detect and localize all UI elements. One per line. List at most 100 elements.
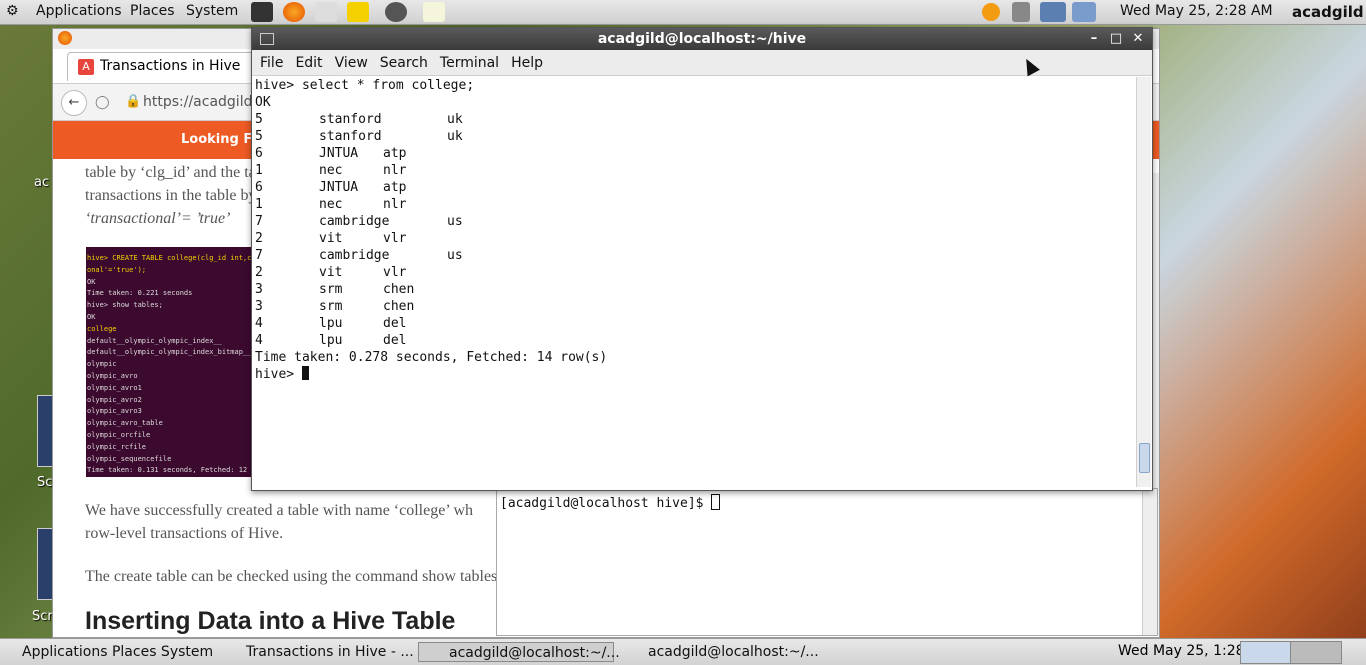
shield-icon[interactable]: ◯ (95, 95, 110, 110)
window-title: acadgild@localhost:~/hive (597, 31, 807, 47)
result-row: 3 srm chen (255, 298, 607, 315)
image-line: olympic_avro (87, 371, 138, 380)
result-cell: nlr (383, 197, 407, 212)
image-line: Time taken: 0.221 seconds (87, 289, 193, 298)
terminal-output[interactable]: hive> select * from college; OK 5 stanford u… (255, 77, 607, 383)
result-cell: vlr (383, 231, 407, 246)
workspace-2[interactable] (1290, 641, 1342, 664)
top-panel: ⚙ Applications Places System Wed May 25,… (0, 0, 1366, 25)
image-line: olympic_rcfile (87, 442, 147, 451)
desktop-file-icon[interactable] (37, 528, 53, 600)
user-name[interactable]: acadgild (1292, 3, 1364, 21)
desktop-file-icon[interactable] (37, 395, 53, 467)
menu-system[interactable]: System (186, 3, 238, 19)
lock-icon[interactable]: 🔒 (125, 94, 141, 109)
article-content-2: We have successfully created a table wit… (85, 499, 501, 588)
maximize-icon[interactable]: □ (1106, 28, 1126, 50)
result-cell: 7 (255, 248, 263, 263)
result-row: 5 stanford uk (255, 128, 607, 145)
terminal-window-2[interactable]: [acadgild@localhost hive]$ (496, 488, 1158, 636)
result-cell: lpu (319, 333, 343, 348)
result-row: 4 lpu del (255, 315, 607, 332)
result-cell: nec (319, 197, 343, 212)
result-cell: cambridge (319, 248, 390, 263)
terminal-icon (260, 33, 274, 45)
result-row: 7 cambridge us (255, 247, 607, 264)
image-line: default__olympic_olympic_index_bitmap__ (87, 348, 252, 357)
result-cell: srm (319, 299, 343, 314)
result-row: 4 lpu del (255, 332, 607, 349)
browser-tab[interactable]: A Transactions in Hive ... (67, 52, 259, 90)
result-cell: del (383, 316, 407, 331)
result-cell: 4 (255, 316, 263, 331)
volume-icon[interactable] (1012, 2, 1030, 22)
result-cell: vit (319, 231, 343, 246)
firefox-launcher-icon[interactable] (283, 2, 305, 22)
bottom-panel: Applications Places System Transactions … (0, 638, 1366, 665)
image-line: Time taken: 0.131 seconds, Fetched: 12 r… (87, 466, 252, 475)
text-editor-launcher-icon[interactable] (423, 2, 445, 22)
network-icon[interactable] (1040, 2, 1066, 22)
text-cursor (711, 494, 721, 510)
result-cell: chen (383, 282, 415, 297)
terminal-titlebar[interactable]: acadgild@localhost:~/hive – □ ✕ (252, 28, 1152, 50)
notes-launcher-icon[interactable] (347, 2, 369, 22)
image-line: hive> show tables; (87, 301, 163, 310)
terminal-window[interactable]: acadgild@localhost:~/hive – □ ✕ File Edit… (251, 27, 1153, 491)
text-cursor (301, 366, 309, 380)
desktop-icon-label: Sc (37, 475, 53, 490)
menu-file[interactable]: File (252, 50, 289, 76)
desktop-icon-label: ac (34, 175, 50, 190)
network-icon-2[interactable] (1072, 2, 1096, 22)
dolphin-launcher-icon[interactable] (385, 2, 407, 22)
result-row: 6 JNTUA atp (255, 145, 607, 162)
result-cell: 1 (255, 197, 263, 212)
result-cell: us (447, 214, 463, 229)
image-line: olympic_avro1 (87, 383, 142, 392)
paragraph-line: We have successfully created a table wit… (85, 502, 474, 519)
result-cell: atp (383, 180, 407, 195)
terminal-launcher-icon[interactable] (251, 2, 273, 22)
terminal-scrollbar[interactable] (1136, 77, 1151, 487)
menu-places[interactable]: Places (130, 3, 175, 19)
result-row: 3 srm chen (255, 281, 607, 298)
article-heading: Inserting Data into a Hive Table (85, 607, 456, 635)
result-cell: 2 (255, 265, 263, 280)
close-icon[interactable]: ✕ (1128, 28, 1148, 50)
updates-icon[interactable] (982, 3, 1000, 21)
clock[interactable]: Wed May 25, 2:28 AM (1120, 3, 1273, 19)
result-cell: vit (319, 265, 343, 280)
result-cell: 3 (255, 282, 263, 297)
clock[interactable]: Wed May 25, 1:28 (1118, 643, 1245, 659)
result-row: 2 vit vlr (255, 230, 607, 247)
terminal2-scrollbar[interactable] (1142, 489, 1157, 635)
result-cell: cambridge (319, 214, 390, 229)
scrollbar-thumb[interactable] (1139, 443, 1150, 473)
result-cell: 6 (255, 146, 263, 161)
result-cell: 7 (255, 214, 263, 229)
result-cell: 3 (255, 299, 263, 314)
menu-applications[interactable]: Applications (36, 3, 122, 19)
result-cell: nec (319, 163, 343, 178)
image-line: olympic_avro2 (87, 395, 142, 404)
mail-launcher-icon[interactable] (315, 2, 337, 22)
workspace-1[interactable] (1240, 641, 1292, 664)
minimize-icon[interactable]: – (1084, 28, 1104, 50)
result-cell: atp (383, 146, 407, 161)
menu-terminal[interactable]: Terminal (434, 50, 505, 76)
taskbar-item[interactable]: Applications Places System (22, 642, 213, 662)
result-cell: stanford (319, 129, 382, 144)
result-row: 1 nec nlr (255, 162, 607, 179)
applications-icon[interactable]: ⚙ (6, 3, 19, 19)
result-cell: srm (319, 282, 343, 297)
taskbar-item[interactable]: acadgild@localhost:~/... (648, 642, 819, 662)
back-arrow-icon[interactable]: ← (61, 90, 87, 116)
menu-view[interactable]: View (329, 50, 374, 76)
acadgild-logo-icon: A (78, 59, 94, 75)
result-cell: uk (447, 112, 463, 127)
menu-edit[interactable]: Edit (289, 50, 328, 76)
taskbar-item-active[interactable]: acadgild@localhost:~/... (418, 642, 620, 662)
taskbar-item[interactable]: Transactions in Hive - ... (246, 642, 414, 662)
menu-search[interactable]: Search (374, 50, 434, 76)
menu-help[interactable]: Help (505, 50, 549, 76)
